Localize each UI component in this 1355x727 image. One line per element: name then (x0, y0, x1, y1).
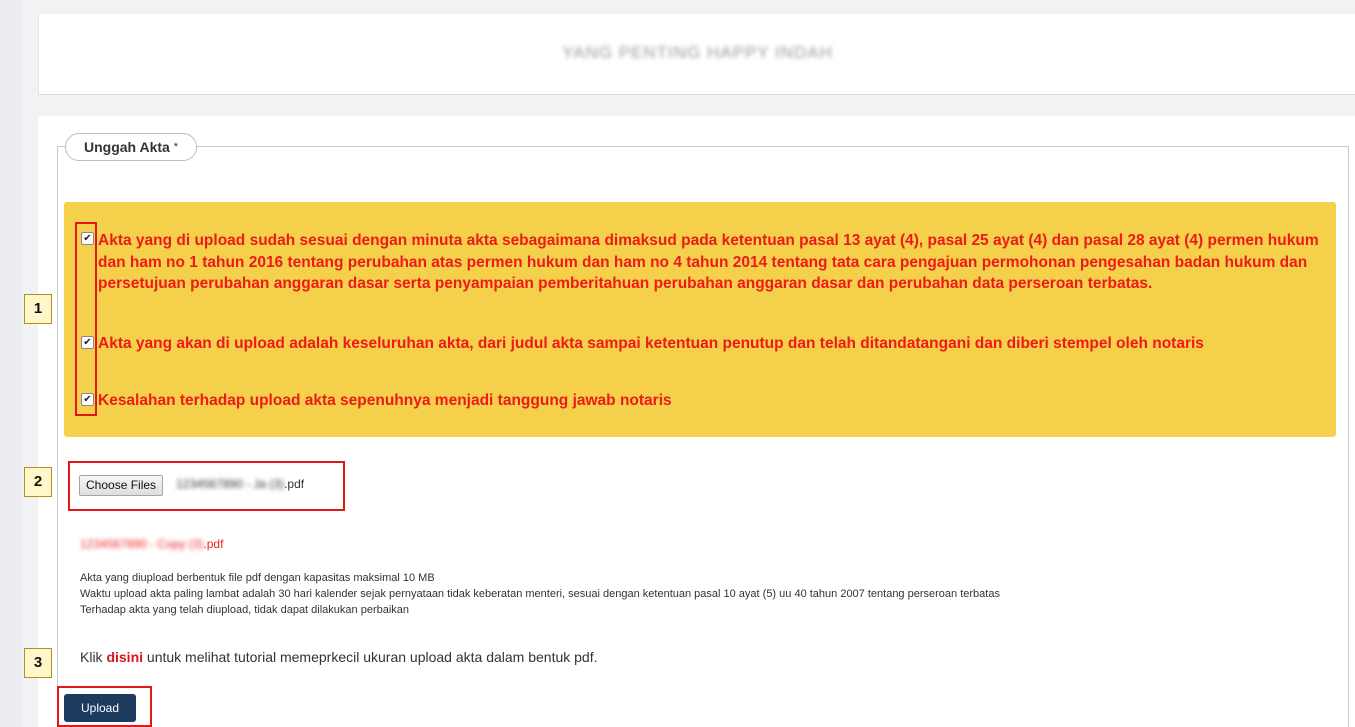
required-mark: * (173, 141, 178, 153)
step-marker-1: 1 (24, 294, 52, 324)
fieldset-legend: Unggah Akta * (65, 133, 197, 161)
note-line-3: Terhadap akta yang telah diupload, tidak… (80, 604, 410, 616)
selected-file-ext: .pdf (284, 477, 305, 491)
tutorial-prefix: Klik (80, 649, 103, 665)
choose-files-button[interactable]: Choose Files (79, 475, 164, 496)
company-name-title: YANG PENTING HAPPY INDAH (562, 43, 833, 62)
agreement-text-1: Akta yang di upload sudah sesuai dengan … (98, 232, 1319, 292)
header-card: YANG PENTING HAPPY INDAH (38, 14, 1355, 95)
selected-file-name-blurred: 1234567890 - Ja (3) (176, 477, 285, 491)
tutorial-link[interactable]: disini (106, 649, 143, 665)
selected-file-name: 1234567890 - Ja (3).pdf (176, 477, 304, 491)
note-line-2: Waktu upload akta paling lambat adalah 3… (80, 588, 1000, 600)
legend-label: Unggah Akta (84, 139, 170, 155)
note-line-1: Akta yang diupload berbentuk file pdf de… (80, 572, 435, 584)
page-left-gutter (0, 0, 22, 727)
upload-button[interactable]: Upload (64, 694, 136, 722)
tutorial-text: Klik disini untuk melihat tutorial memep… (80, 649, 598, 665)
tutorial-suffix: untuk melihat tutorial memeprkecil ukura… (146, 649, 598, 665)
uploaded-file-name-blurred: 1234567890 - Copy (3) (80, 537, 204, 551)
uploaded-file-link[interactable]: 1234567890 - Copy (3).pdf (80, 537, 223, 551)
annotation-frame-checkboxes (75, 222, 97, 416)
agreement-text-2: Akta yang akan di upload adalah keseluru… (98, 335, 1204, 352)
step-marker-2: 2 (24, 467, 52, 497)
agreement-text-3: Kesalahan terhadap upload akta sepenuhny… (98, 392, 672, 409)
step-marker-3: 3 (24, 648, 52, 678)
uploaded-file-ext: .pdf (203, 537, 224, 551)
